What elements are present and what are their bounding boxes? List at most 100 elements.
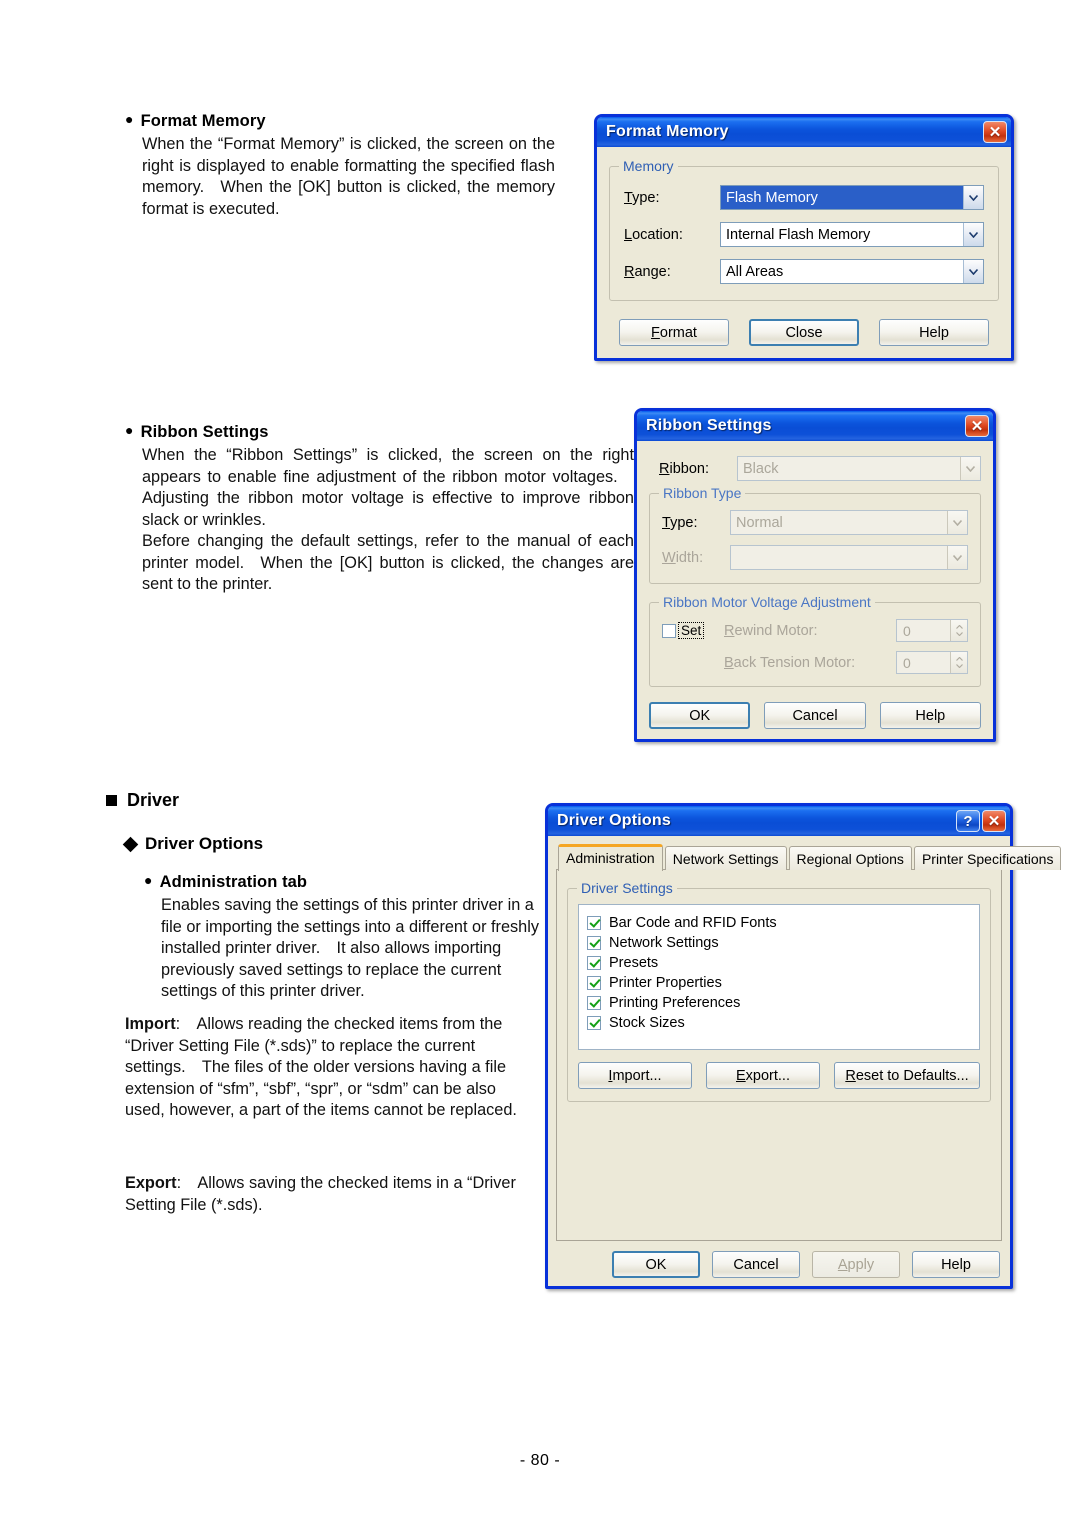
list-item[interactable]: Presets (587, 953, 971, 973)
chevron-down-icon (960, 457, 980, 480)
format-memory-buttonbar: Format Close Help (609, 319, 999, 346)
format-memory-titlebar[interactable]: Format Memory ✕ (597, 117, 1011, 147)
ribbon-combobox[interactable]: Black (737, 456, 981, 481)
close-icon[interactable]: ✕ (965, 415, 989, 437)
import-label: Import (125, 1015, 176, 1033)
field-row-ribbon: Ribbon: Black (659, 456, 981, 481)
reset-to-defaults-button[interactable]: Reset to Defaults... (834, 1062, 980, 1089)
close-icon[interactable]: ✕ (982, 810, 1006, 832)
ribbon-settings-title: Ribbon Settings (646, 417, 772, 434)
range-label: Range: (624, 263, 671, 280)
spinner-arrows-icon[interactable] (950, 652, 967, 673)
driver-options-title: Driver Options (557, 812, 671, 829)
page-number: - 80 - (519, 1452, 561, 1469)
driver-options-tabstrip: Administration Network Settings Regional… (556, 844, 1062, 871)
set-checkbox[interactable] (662, 623, 676, 638)
import-text: : Allows reading the checked items from … (125, 1015, 517, 1119)
list-item-label: Stock Sizes (609, 1015, 685, 1031)
checkbox-presets[interactable] (587, 956, 601, 970)
driver-settings-group-label: Driver Settings (577, 880, 677, 896)
list-item[interactable]: Bar Code and RFID Fonts (587, 913, 971, 933)
ribbon-width-combobox[interactable] (730, 545, 968, 570)
administration-tabpanel: Driver Settings Bar Code and RFID Fonts … (556, 869, 1002, 1241)
location-combobox[interactable]: Internal Flash Memory (720, 222, 984, 247)
ribbon-width-label: Width: (662, 549, 704, 566)
location-label: Location: (624, 226, 683, 243)
field-row-range: Range: All Areas (624, 259, 984, 284)
field-row-back-tension: Back Tension Motor: 0 (662, 651, 968, 674)
tab-printer-specifications[interactable]: Printer Specifications (913, 846, 1062, 870)
range-combobox[interactable]: All Areas (720, 259, 984, 284)
cancel-button[interactable]: Cancel (712, 1251, 800, 1278)
ok-button[interactable]: OK (612, 1251, 700, 1278)
type-label: Type: (624, 189, 660, 206)
back-tension-motor-spinner[interactable]: 0 (896, 651, 968, 674)
bullet-dot-icon: ● (125, 111, 134, 127)
memory-group-label: Memory (619, 158, 678, 174)
field-row-type: Type: Normal (662, 510, 968, 535)
export-button[interactable]: Export... (706, 1062, 820, 1089)
list-item-label: Presets (609, 955, 659, 971)
close-icon[interactable]: ✕ (983, 121, 1007, 143)
chevron-down-icon[interactable] (963, 186, 983, 209)
rewind-motor-spinner[interactable]: 0 (896, 619, 968, 642)
export-text: : Allows saving the checked items in a “… (125, 1174, 516, 1214)
checkbox-network-settings[interactable] (587, 936, 601, 950)
ok-button[interactable]: OK (649, 702, 751, 729)
checkbox-bar-code-and-rfid-fonts[interactable] (587, 916, 601, 930)
section-driver: Driver Driver Options ● Administration ta… (106, 790, 539, 1003)
close-button[interactable]: Close (749, 319, 859, 346)
list-item-label: Printer Properties (609, 975, 722, 991)
driver-settings-groupbox: Driver Settings Bar Code and RFID Fonts … (567, 880, 991, 1102)
import-button[interactable]: Import... (578, 1062, 692, 1089)
driver-options-body: Administration Network Settings Regional… (548, 836, 1062, 1286)
cancel-button[interactable]: Cancel (764, 702, 866, 729)
format-button[interactable]: Format (619, 319, 729, 346)
document-page: ● Format Memory When the “Format Memory” … (0, 0, 1080, 1528)
ribbon-type-groupbox: Ribbon Type Type: Normal Width: (649, 485, 981, 584)
chevron-down-icon (947, 511, 967, 534)
list-item-label: Printing Preferences (609, 995, 741, 1011)
list-item[interactable]: Printer Properties (587, 973, 971, 993)
range-value: All Areas (726, 263, 784, 280)
field-row-rewind: Set Rewind Motor: 0 (662, 619, 968, 642)
tab-network-settings[interactable]: Network Settings (664, 846, 787, 870)
help-button[interactable]: Help (879, 319, 989, 346)
bullet-dot-icon: ● (144, 872, 153, 888)
help-button[interactable]: Help (879, 702, 981, 729)
list-item[interactable]: Network Settings (587, 933, 971, 953)
ribbon-type-combobox[interactable]: Normal (730, 510, 968, 535)
voltage-group-label: Ribbon Motor Voltage Adjustment (659, 594, 875, 610)
field-row-type: Type: Flash Memory (624, 185, 984, 210)
apply-button: Apply (812, 1251, 900, 1278)
ribbon-width-value (731, 546, 947, 569)
list-item-label: Bar Code and RFID Fonts (609, 915, 777, 931)
checkbox-stock-sizes[interactable] (587, 1016, 601, 1030)
checkbox-printing-preferences[interactable] (587, 996, 601, 1010)
type-combobox[interactable]: Flash Memory (720, 185, 984, 210)
tab-administration[interactable]: Administration (558, 844, 663, 871)
bullet-dot-icon: ● (125, 422, 134, 438)
driver-options-subheading: Driver Options (122, 834, 536, 854)
ribbon-settings-buttonbar: OK Cancel Help (649, 702, 981, 729)
driver-options-titlebar[interactable]: Driver Options ? ✕ (548, 806, 1010, 836)
ribbon-label: Ribbon: (659, 460, 709, 477)
ribbon-settings-titlebar[interactable]: Ribbon Settings ✕ (637, 411, 993, 441)
ribbon-value: Black (743, 460, 779, 477)
spinner-arrows-icon[interactable] (950, 620, 967, 641)
chevron-down-icon[interactable] (963, 223, 983, 246)
administration-tab-body: Enables saving the settings of this prin… (161, 896, 539, 1000)
list-item[interactable]: Stock Sizes (587, 1013, 971, 1033)
set-checkbox-group[interactable]: Set (662, 622, 724, 639)
chevron-down-icon[interactable] (963, 260, 983, 283)
list-item[interactable]: Printing Preferences (587, 993, 971, 1013)
help-button[interactable]: Help (912, 1251, 1000, 1278)
diamond-bullet-icon (122, 836, 139, 852)
tab-regional-options[interactable]: Regional Options (788, 846, 912, 870)
help-icon[interactable]: ? (956, 810, 980, 832)
driver-settings-listbox[interactable]: Bar Code and RFID Fonts Network Settings… (578, 904, 980, 1050)
ribbon-type-group-label: Ribbon Type (659, 485, 746, 501)
checkbox-printer-properties[interactable] (587, 976, 601, 990)
list-item-label: Network Settings (609, 935, 719, 951)
driver-settings-actionbar: Import... Export... Reset to Defaults... (578, 1062, 980, 1089)
